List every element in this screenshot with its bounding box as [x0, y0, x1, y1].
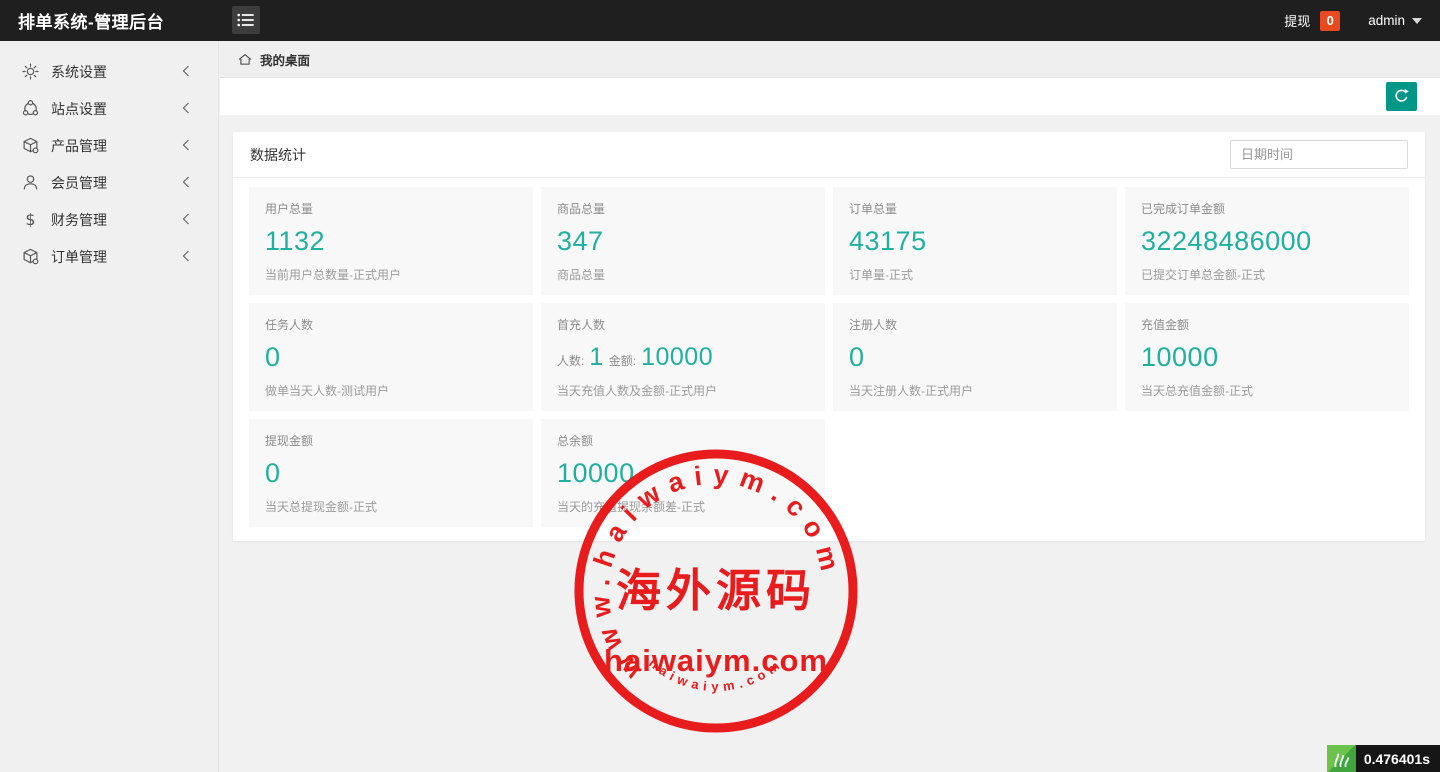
- sidebar-item-label: 系统设置: [51, 62, 107, 82]
- sidebar: 系统设置 站点设置 产品管理: [0, 41, 219, 772]
- sidebar-toggle-button[interactable]: [232, 6, 260, 34]
- card-value: 347: [557, 226, 809, 257]
- card-title: 注册人数: [849, 316, 1101, 333]
- date-filter-input[interactable]: [1230, 140, 1408, 169]
- card-value: 0: [265, 342, 517, 373]
- part-value: 1: [589, 343, 603, 372]
- stat-card-registered-users: 注册人数 0 当天注册人数-正式用户: [833, 303, 1117, 411]
- panel-title: 数据统计: [250, 145, 306, 165]
- card-desc: 当天的充值提现余额差-正式: [557, 498, 809, 515]
- trace-flame-icon[interactable]: [1327, 745, 1356, 772]
- part-value: 10000: [641, 343, 713, 372]
- stat-card-total-orders: 订单总量 43175 订单量-正式: [833, 187, 1117, 295]
- user-menu[interactable]: admin: [1368, 13, 1422, 28]
- card-value: 10000: [1141, 342, 1393, 373]
- sidebar-item-system-settings[interactable]: 系统设置: [0, 53, 218, 90]
- refresh-icon: [1393, 88, 1410, 105]
- card-title: 总余额: [557, 432, 809, 449]
- card-value: 1132: [265, 226, 517, 257]
- card-value: 32248486000: [1141, 226, 1393, 257]
- card-value: 10000: [557, 458, 809, 489]
- stat-card-recharge-amount: 充值金额 10000 当天总充值金额-正式: [1125, 303, 1409, 411]
- stat-card-total-balance: 总余额 10000 当天的充值提现余额差-正式: [541, 419, 825, 527]
- card-desc: 当前用户总数量-正式用户: [265, 266, 517, 283]
- sidebar-item-label: 站点设置: [51, 99, 107, 119]
- card-title: 用户总量: [265, 200, 517, 217]
- stat-card-completed-order-amount: 已完成订单金额 32248486000 已提交订单总金额-正式: [1125, 187, 1409, 295]
- card-title: 任务人数: [265, 316, 517, 333]
- sidebar-item-member-management[interactable]: 会员管理: [0, 164, 218, 201]
- stat-card-total-products: 商品总量 347 商品总量: [541, 187, 825, 295]
- withdraw-link[interactable]: 提现: [1284, 11, 1310, 30]
- main-content: 我的桌面 数据统计 用户总量 1132 当前用户总数量-正式用户 商品总量: [220, 41, 1440, 772]
- chevron-left-icon: [182, 212, 190, 226]
- card-desc: 商品总量: [557, 266, 809, 283]
- withdraw-count-badge[interactable]: 0: [1320, 11, 1340, 31]
- sidebar-item-label: 产品管理: [51, 136, 107, 156]
- sidebar-item-label: 会员管理: [51, 173, 107, 193]
- stat-card-task-users: 任务人数 0 做单当天人数-测试用户: [249, 303, 533, 411]
- card-desc: 当天总充值金额-正式: [1141, 382, 1393, 399]
- card-value: 0: [849, 342, 1101, 373]
- card-title: 充值金额: [1141, 316, 1393, 333]
- chevron-down-icon: [1412, 18, 1422, 24]
- dollar-icon: $: [22, 211, 39, 228]
- sidebar-item-finance-management[interactable]: $ 财务管理: [0, 201, 218, 238]
- chevron-left-icon: [182, 175, 190, 189]
- action-toolbar: [220, 78, 1440, 115]
- cube-icon: [22, 137, 39, 154]
- part-label: 人数:: [557, 352, 584, 369]
- card-value-composite: 人数: 1 金额: 10000: [557, 343, 809, 372]
- sidebar-item-order-management[interactable]: 订单管理: [0, 238, 218, 275]
- card-desc: 当天总提现金额-正式: [265, 498, 517, 515]
- card-desc: 订单量-正式: [849, 266, 1101, 283]
- chevron-left-icon: [182, 138, 190, 152]
- sidebar-item-product-management[interactable]: 产品管理: [0, 127, 218, 164]
- stats-panel-header: 数据统计: [233, 132, 1425, 178]
- refresh-button[interactable]: [1386, 82, 1417, 111]
- username: admin: [1368, 13, 1405, 28]
- card-title: 首充人数: [557, 316, 809, 333]
- sidebar-item-site-settings[interactable]: 站点设置: [0, 90, 218, 127]
- card-title: 已完成订单金额: [1141, 200, 1393, 217]
- breadcrumb: 我的桌面: [220, 41, 1440, 78]
- card-title: 商品总量: [557, 200, 809, 217]
- site-nodes-icon: [22, 100, 39, 117]
- gear-icon: [22, 63, 39, 80]
- trace-time-badge: 0.476401s: [1356, 745, 1440, 772]
- stats-cards-grid: 用户总量 1132 当前用户总数量-正式用户 商品总量 347 商品总量 订单总…: [233, 178, 1425, 541]
- trace-bar: 0.476401s: [1327, 745, 1440, 772]
- stat-card-first-recharge: 首充人数 人数: 1 金额: 10000 当天充值人数及金额-正式用户: [541, 303, 825, 411]
- user-icon: [22, 174, 39, 191]
- chevron-left-icon: [182, 101, 190, 115]
- breadcrumb-current[interactable]: 我的桌面: [260, 50, 310, 69]
- home-icon: [237, 52, 253, 67]
- card-title: 订单总量: [849, 200, 1101, 217]
- card-value: 0: [265, 458, 517, 489]
- stat-card-total-users: 用户总量 1132 当前用户总数量-正式用户: [249, 187, 533, 295]
- list-menu-icon: [237, 12, 255, 28]
- topbar-actions: 提现 0 admin: [1284, 0, 1422, 41]
- chevron-left-icon: [182, 249, 190, 263]
- part-label: 金额:: [609, 352, 636, 369]
- card-value: 43175: [849, 226, 1101, 257]
- sidebar-item-label: 财务管理: [51, 210, 107, 230]
- card-desc: 当天注册人数-正式用户: [849, 382, 1101, 399]
- card-desc: 做单当天人数-测试用户: [265, 382, 517, 399]
- topbar: 排单系统-管理后台 提现 0 admin: [0, 0, 1440, 41]
- chevron-left-icon: [182, 64, 190, 78]
- stat-card-withdraw-amount: 提现金额 0 当天总提现金额-正式: [249, 419, 533, 527]
- cube-icon: [22, 248, 39, 265]
- svg-text:$: $: [25, 211, 35, 228]
- app-title: 排单系统-管理后台: [18, 8, 164, 33]
- card-desc: 当天充值人数及金额-正式用户: [557, 382, 809, 399]
- sidebar-item-label: 订单管理: [51, 247, 107, 267]
- card-desc: 已提交订单总金额-正式: [1141, 266, 1393, 283]
- stats-panel: 数据统计 用户总量 1132 当前用户总数量-正式用户 商品总量 347 商品总…: [233, 132, 1425, 541]
- card-title: 提现金额: [265, 432, 517, 449]
